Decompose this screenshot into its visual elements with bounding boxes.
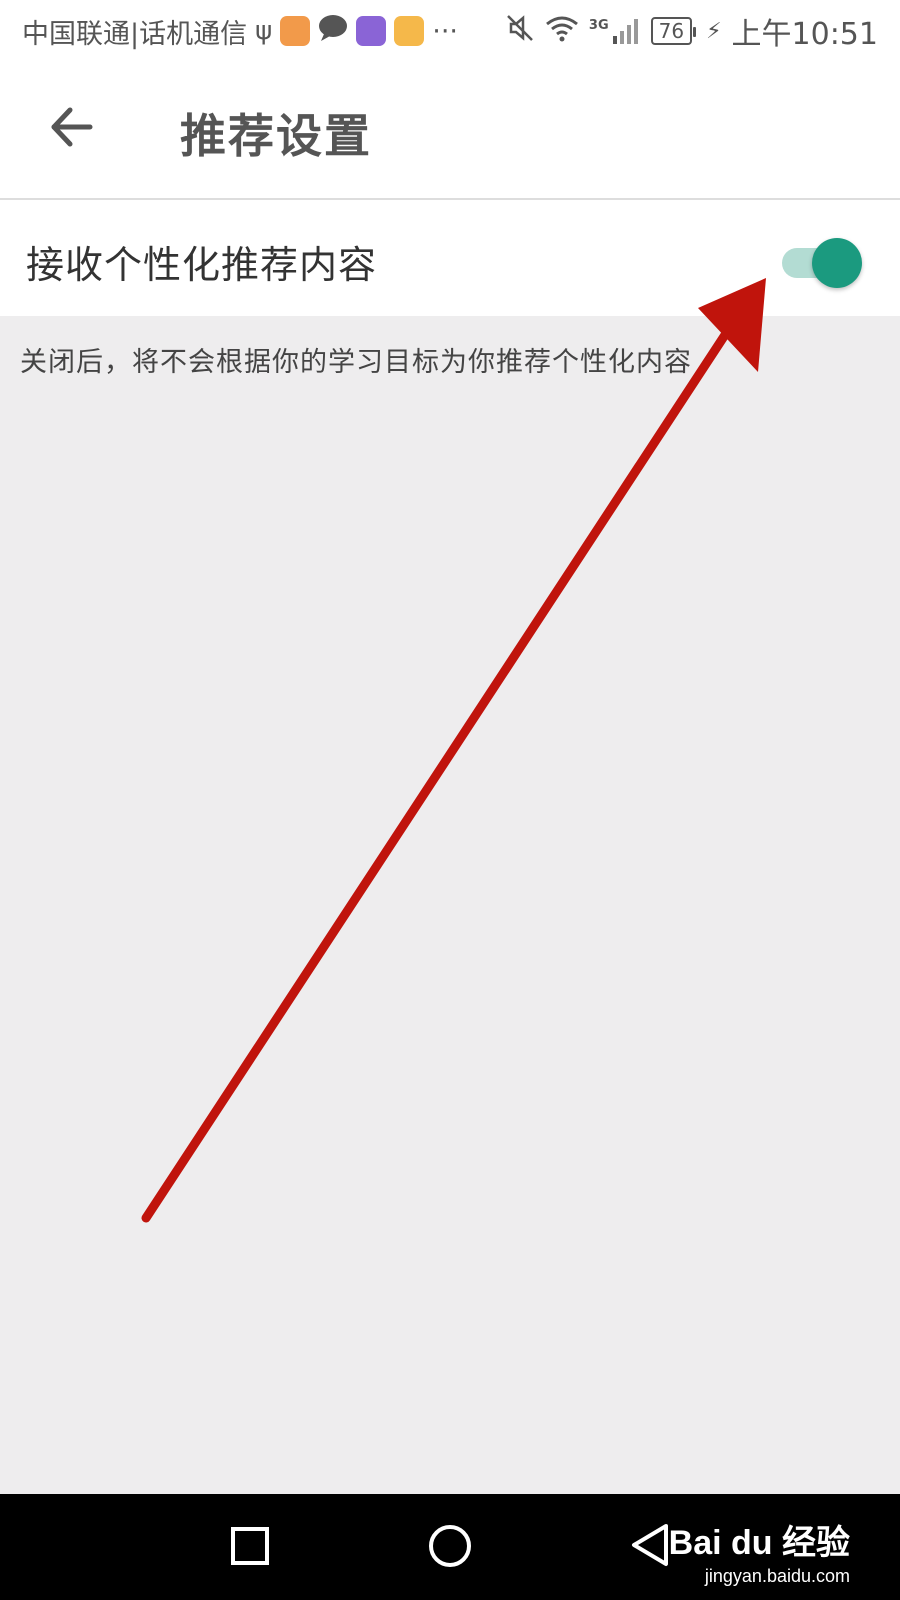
network-type-label: 3G bbox=[588, 18, 609, 33]
setting-row-personalized[interactable]: 接收个性化推荐内容 bbox=[0, 200, 900, 316]
video-app-icon bbox=[280, 16, 311, 46]
clock-label: 上午10:51 bbox=[731, 17, 878, 52]
overflow-icon: ··· bbox=[432, 15, 459, 47]
gift-app-icon bbox=[394, 16, 425, 46]
setting-label: 接收个性化推荐内容 bbox=[26, 243, 378, 287]
back-button[interactable] bbox=[46, 102, 96, 152]
battery-icon: 76 bbox=[650, 17, 697, 45]
wifi-icon bbox=[545, 14, 579, 49]
pie-app-icon bbox=[356, 16, 387, 46]
signal-icon: 3G bbox=[589, 18, 641, 44]
baidu-logo: Bai du 经验 bbox=[668, 1524, 850, 1562]
back-nav-button[interactable] bbox=[630, 1522, 670, 1572]
chat-bubble-icon bbox=[318, 14, 348, 49]
usb-icon: ψ bbox=[255, 16, 273, 46]
battery-level: 76 bbox=[658, 19, 685, 43]
app-header: 推荐设置 bbox=[0, 62, 900, 200]
watermark-url: jingyan.baidu.com bbox=[704, 1566, 850, 1586]
personalized-toggle[interactable] bbox=[780, 230, 864, 288]
circle-icon bbox=[429, 1525, 471, 1567]
square-icon bbox=[231, 1527, 269, 1565]
setting-description: 关闭后，将不会根据你的学习目标为你推荐个性化内容 bbox=[20, 347, 692, 378]
triangle-back-icon bbox=[632, 1524, 668, 1566]
charging-icon: ⚡ bbox=[706, 18, 722, 44]
status-right: 3G 76 ⚡ 上午10:51 bbox=[505, 9, 878, 53]
page-title: 推荐设置 bbox=[180, 109, 372, 163]
carrier-label: 中国联通|话机通信 bbox=[22, 18, 248, 50]
home-button[interactable] bbox=[428, 1524, 472, 1572]
toggle-thumb bbox=[812, 238, 862, 288]
baidu-watermark: Bai du 经验 jingyan.baidu.com bbox=[669, 1515, 850, 1587]
recent-apps-button[interactable] bbox=[230, 1526, 270, 1570]
status-bar: 中国联通|话机通信 ψ ··· 3G 76 ⚡ 上午10:51 bbox=[0, 0, 900, 62]
arrow-left-icon bbox=[51, 107, 93, 147]
status-left: 中国联通|话机通信 ψ ··· bbox=[22, 12, 458, 51]
mute-icon bbox=[505, 13, 535, 50]
